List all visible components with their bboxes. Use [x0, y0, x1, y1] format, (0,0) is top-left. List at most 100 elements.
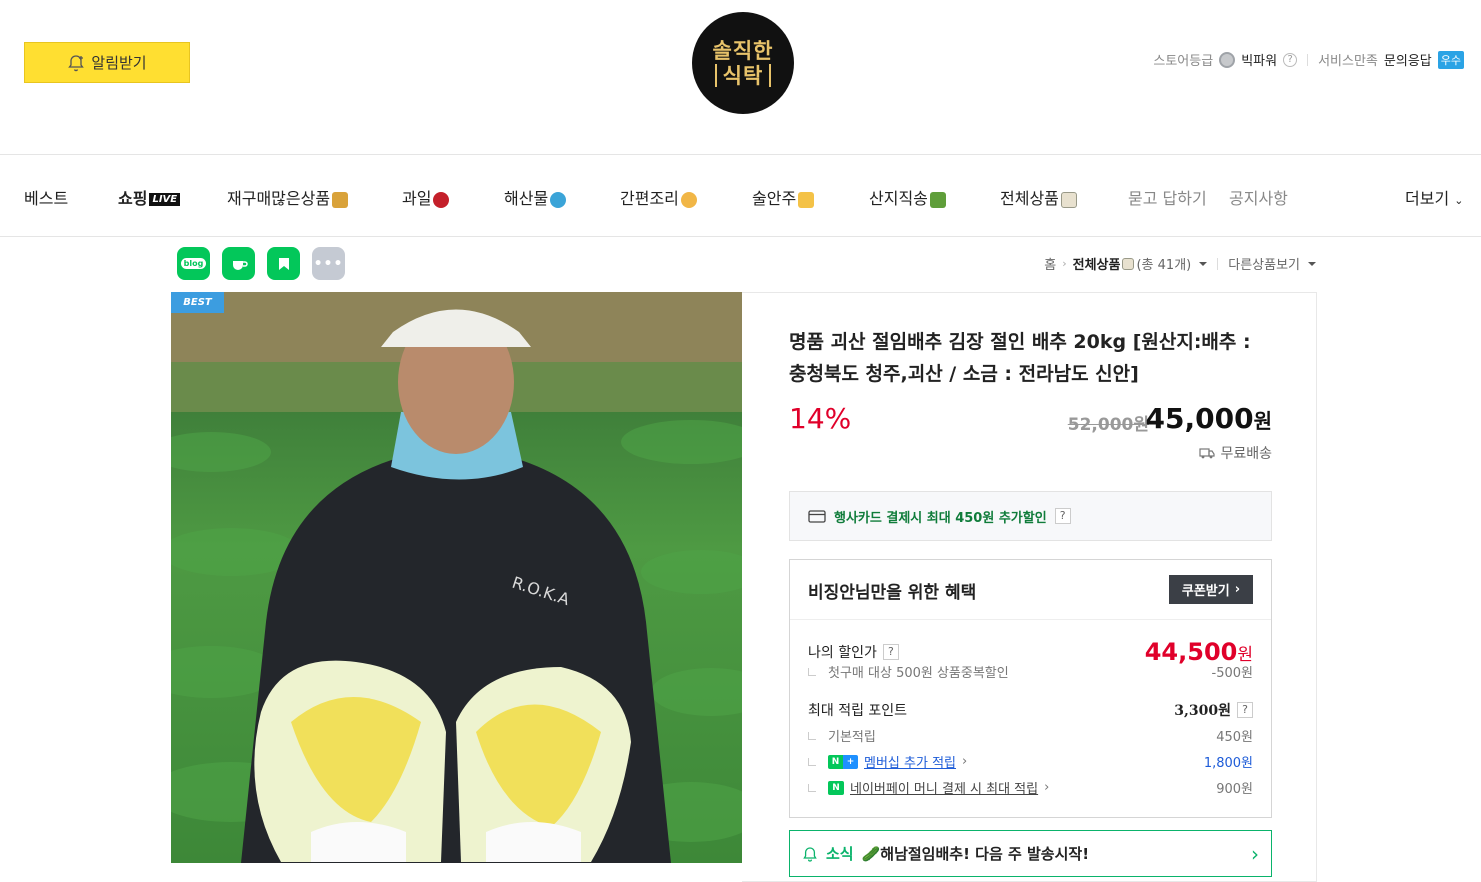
help-icon[interactable]: ?: [1054, 508, 1071, 524]
talk-share-button[interactable]: [267, 247, 300, 280]
sale-price-unit: 원: [1253, 409, 1272, 433]
breadcrumb-home[interactable]: 홈: [1044, 254, 1056, 273]
first-purchase-row: 첫구매 대상 500원 상품중복할인 -500원: [808, 662, 1253, 681]
caret-down-icon[interactable]: [1199, 261, 1208, 266]
my-price-label: 나의 할인가: [808, 645, 877, 661]
breadcrumb-count: (총 41개): [1136, 258, 1192, 273]
nav-item-fruit[interactable]: 과일: [402, 185, 450, 209]
nav-label: 공지사항: [1229, 189, 1288, 208]
sale-price-number: 45,000: [1145, 402, 1254, 435]
best-badge: BEST: [171, 292, 224, 313]
help-icon[interactable]: ?: [882, 644, 899, 660]
help-icon[interactable]: ?: [1283, 52, 1298, 67]
nav-item-easy-cook[interactable]: 간편조리: [620, 185, 697, 209]
nav-label: 전체상품: [1000, 189, 1059, 208]
service-satisfaction-value: 문의응답: [1383, 54, 1432, 69]
chevron-right-icon: ›: [1234, 582, 1241, 597]
news-text: 🥒해남절임배추! 다음 주 발송시작!: [861, 845, 1090, 863]
nav-item-repurchase[interactable]: 재구매많은상품: [227, 185, 349, 209]
farmer-with-cabbage-photo: R.O.K.A: [171, 292, 742, 863]
alarm-subscribe-button[interactable]: 알림받기: [24, 42, 190, 83]
get-coupon-button[interactable]: 쿠폰받기 ›: [1169, 575, 1253, 604]
benefit-header: 비징안님만을 위한 혜택 쿠폰받기 ›: [790, 560, 1271, 620]
sale-price: 45,000원: [1146, 402, 1272, 435]
card-promo-text: 행사카드 결제시 최대 450원 추가할인: [834, 510, 1047, 526]
pot-emoji-icon: [680, 191, 697, 208]
nav-label: 산지직송: [869, 189, 928, 208]
naver-pay-icon: N: [828, 780, 844, 795]
nav-item-best[interactable]: 베스트: [24, 185, 68, 209]
other-products-link[interactable]: 다른상품보기: [1228, 254, 1300, 273]
benefit-title: 비징안님만을 위한 혜택: [808, 583, 977, 603]
store-grade-label: 스토어등급: [1153, 54, 1214, 69]
basic-points-value: 450원: [1216, 730, 1253, 745]
product-title: 명품 괴산 절임배추 김장 절인 배추 20kg [원산지:배추 : 충청북도 …: [789, 331, 1251, 385]
first-purchase-amount: -500원: [1211, 666, 1253, 681]
max-points-row: 최대 적립 포인트 3,300원?: [808, 700, 1253, 720]
naver-plus-icon: N +: [828, 754, 858, 769]
npay-points-link[interactable]: 네이버페이 머니 결제 시 최대 적립: [850, 778, 1038, 797]
nav-item-more[interactable]: 더보기 ⌄: [1405, 185, 1463, 209]
nav-label: 해산물: [504, 189, 549, 208]
chevron-down-icon: ⌄: [1454, 194, 1464, 207]
nav-item-seafood[interactable]: 해산물: [504, 185, 567, 209]
beer-emoji-icon: [798, 191, 815, 208]
medal-icon: [1219, 51, 1236, 68]
nav-item-notice[interactable]: 공지사항: [1229, 185, 1288, 209]
news-label: 소식: [826, 845, 854, 863]
credit-card-icon: [808, 509, 826, 523]
blog-icon: blog: [180, 258, 207, 269]
nav-item-snacks[interactable]: 술안주: [752, 185, 815, 209]
service-satisfaction-label: 서비스만족: [1318, 54, 1378, 69]
divider: [1307, 53, 1309, 66]
chevron-right-icon: ›: [1251, 841, 1259, 866]
divider: [1217, 257, 1219, 270]
bookmark-icon: [278, 257, 289, 270]
truck-icon: [1199, 448, 1216, 459]
nav-item-direct-farm[interactable]: 산지직송: [869, 185, 946, 209]
basic-points-label: 기본적립: [828, 730, 876, 745]
npay-points-value: 900원: [1216, 782, 1253, 797]
nav-item-all-products[interactable]: 전체상품: [1000, 185, 1077, 209]
store-news-banner[interactable]: 소식 🥒해남절임배추! 다음 주 발송시작! ›: [789, 830, 1272, 877]
membership-points-link[interactable]: 멤버십 추가 적립: [864, 752, 956, 771]
chevron-right-icon: ›: [1062, 257, 1067, 270]
clipboard-emoji-icon: [1122, 257, 1135, 270]
logo-text-line1: 솔직한: [712, 37, 774, 63]
member-benefit-box: 비징안님만을 위한 혜택 쿠폰받기 › 나의 할인가? 44,500원 첫구매 …: [789, 559, 1272, 818]
help-icon[interactable]: ?: [1237, 702, 1253, 718]
cafe-share-button[interactable]: [222, 247, 255, 280]
nav-item-qna[interactable]: 묻고 답하기: [1128, 185, 1207, 209]
more-share-button[interactable]: •••: [312, 247, 345, 280]
blog-share-button[interactable]: blog: [177, 247, 210, 280]
store-logo[interactable]: 솔직한 식탁: [692, 12, 794, 114]
bell-plus-icon: [68, 54, 85, 71]
store-grade-value: 빅파워: [1241, 54, 1278, 69]
max-points-label: 최대 적립 포인트: [808, 703, 908, 719]
tree-connector: [808, 757, 816, 766]
card-promo-box: 행사카드 결제시 최대 450원 추가할인 ?: [789, 491, 1272, 541]
original-price: 52,000원: [1067, 415, 1149, 435]
get-coupon-label: 쿠폰받기: [1181, 584, 1230, 599]
clipboard-emoji-icon: [1060, 191, 1077, 208]
store-grade-info: 스토어등급 빅파워 ? 서비스만족 문의응답 우수: [1153, 50, 1464, 69]
ellipsis-icon: •••: [313, 255, 344, 272]
chevron-right-icon: ›: [1044, 780, 1050, 795]
max-points-value: 3,300원: [1174, 703, 1231, 719]
logo-text-line2: 식탁: [714, 64, 772, 87]
product-main-image[interactable]: R.O.K.A: [171, 292, 742, 863]
chevron-right-icon: ›: [962, 754, 968, 769]
nav-label: 베스트: [24, 189, 69, 208]
npay-points-row: N 네이버페이 머니 결제 시 최대 적립 › 900원: [808, 778, 1253, 797]
live-badge: LIVE: [149, 193, 181, 206]
shipping-label: 무료배송: [1220, 446, 1272, 462]
nav-item-shopping-live[interactable]: 쇼핑 LIVE: [118, 185, 181, 209]
bell-icon: [803, 846, 817, 862]
nav-label: 더보기: [1405, 189, 1450, 208]
discount-rate: 14%: [789, 402, 852, 435]
category-nav: 베스트 쇼핑 LIVE 재구매많은상품 과일 해산물 간편조리 술안주 산지직송 …: [0, 154, 1481, 237]
first-purchase-label: 첫구매 대상 500원 상품중복할인: [828, 666, 1009, 681]
cherry-emoji-icon: [433, 191, 450, 208]
nav-label: 쇼핑: [118, 189, 148, 208]
breadcrumb-category[interactable]: 전체상품: [1073, 254, 1121, 273]
